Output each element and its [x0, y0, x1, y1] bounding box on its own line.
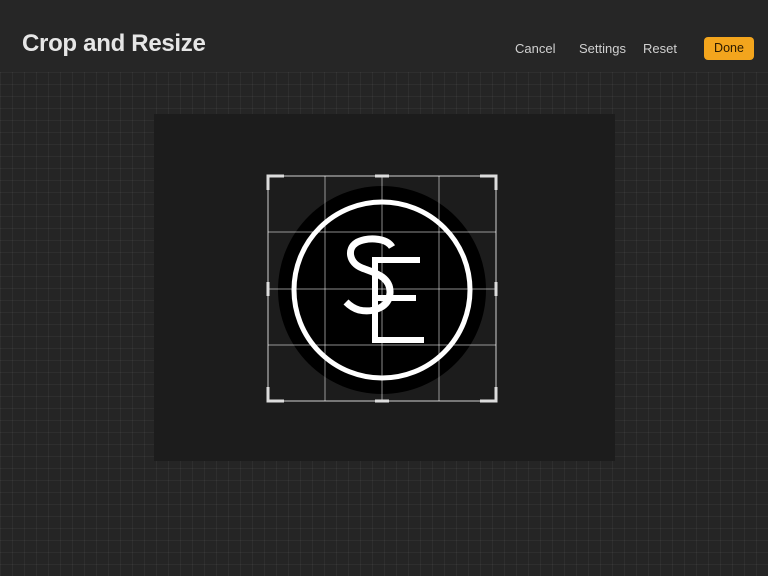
crop-handle-bottom-left[interactable] [266, 387, 284, 403]
crop-handle-top-left[interactable] [266, 174, 284, 190]
crop-handle-top-right[interactable] [480, 174, 498, 190]
crop-handle-bottom-right[interactable] [480, 387, 498, 403]
crop-grid [268, 176, 496, 401]
crop-workspace [266, 174, 498, 403]
